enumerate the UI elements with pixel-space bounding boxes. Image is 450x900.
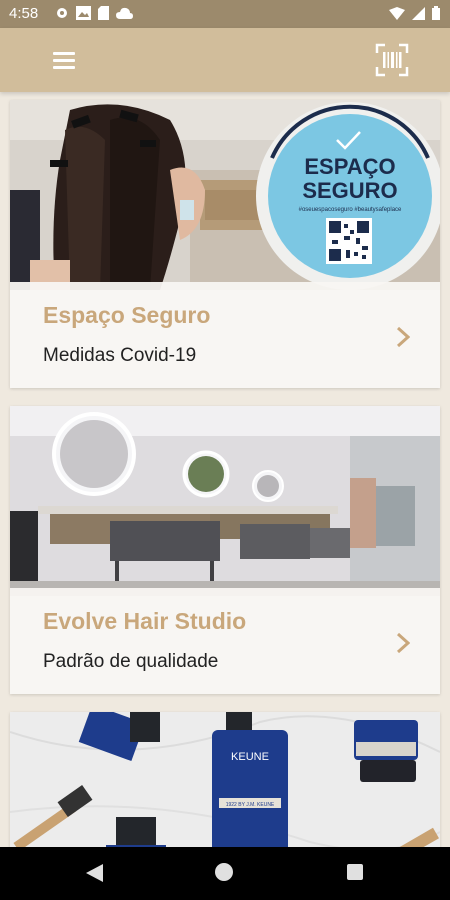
recent-apps-icon[interactable] bbox=[347, 864, 363, 880]
menu-icon bbox=[53, 51, 75, 55]
barcode-scan-icon[interactable] bbox=[374, 42, 410, 78]
card-title: Espaço Seguro bbox=[43, 302, 211, 328]
product-line-label: 1922 BY J.M. KEUNE bbox=[226, 802, 275, 808]
product-brand-label: KEUNE bbox=[231, 751, 269, 763]
system-icons bbox=[389, 6, 440, 20]
products-photo: KEUNE 1922 BY J.M. KEUNE bbox=[10, 712, 440, 847]
cloud-icon bbox=[116, 7, 133, 19]
chevron-right-icon bbox=[396, 326, 410, 348]
badge-title-line2: SEGURO bbox=[302, 178, 397, 203]
navigation-bar bbox=[0, 847, 450, 900]
home-icon[interactable] bbox=[215, 863, 233, 881]
settings-icon bbox=[57, 8, 67, 18]
card-subtitle: Padrão de qualidade bbox=[43, 651, 219, 672]
card-espaco-seguro[interactable]: ESPAÇO SEGURO #oseuespacoseguro #beautys… bbox=[10, 100, 440, 388]
photo-icon bbox=[76, 6, 91, 20]
menu-button[interactable] bbox=[44, 42, 84, 78]
badge-title-line1: ESPAÇO bbox=[304, 154, 395, 179]
card-caption: Espaço Seguro Medidas Covid-19 bbox=[10, 282, 440, 388]
badge-hashtags: #oseuespacoseguro #beautysafeplace bbox=[299, 207, 402, 213]
chevron-right-icon bbox=[396, 632, 410, 654]
card-title: Evolve Hair Studio bbox=[43, 608, 247, 634]
notification-icons bbox=[55, 6, 133, 20]
card-subtitle: Medidas Covid-19 bbox=[43, 345, 197, 366]
sd-card-icon bbox=[98, 6, 109, 20]
salon-interior-photo bbox=[10, 406, 440, 596]
back-icon[interactable] bbox=[86, 864, 103, 882]
signal-icon bbox=[412, 6, 425, 20]
status-bar: 4:58 bbox=[0, 0, 450, 28]
salon-hair-photo: ESPAÇO SEGURO #oseuespacoseguro #beautys… bbox=[10, 100, 440, 290]
battery-icon bbox=[432, 6, 440, 20]
app-bar bbox=[0, 28, 450, 92]
card-evolve-hair-studio[interactable]: Evolve Hair Studio Padrão de qualidade bbox=[10, 406, 440, 694]
feed-list[interactable]: ESPAÇO SEGURO #oseuespacoseguro #beautys… bbox=[0, 92, 450, 847]
card-products[interactable]: KEUNE 1922 BY J.M. KEUNE bbox=[10, 712, 440, 847]
wifi-icon bbox=[389, 6, 405, 20]
card-caption: Evolve Hair Studio Padrão de qualidade bbox=[10, 588, 440, 694]
status-time: 4:58 bbox=[9, 5, 39, 22]
